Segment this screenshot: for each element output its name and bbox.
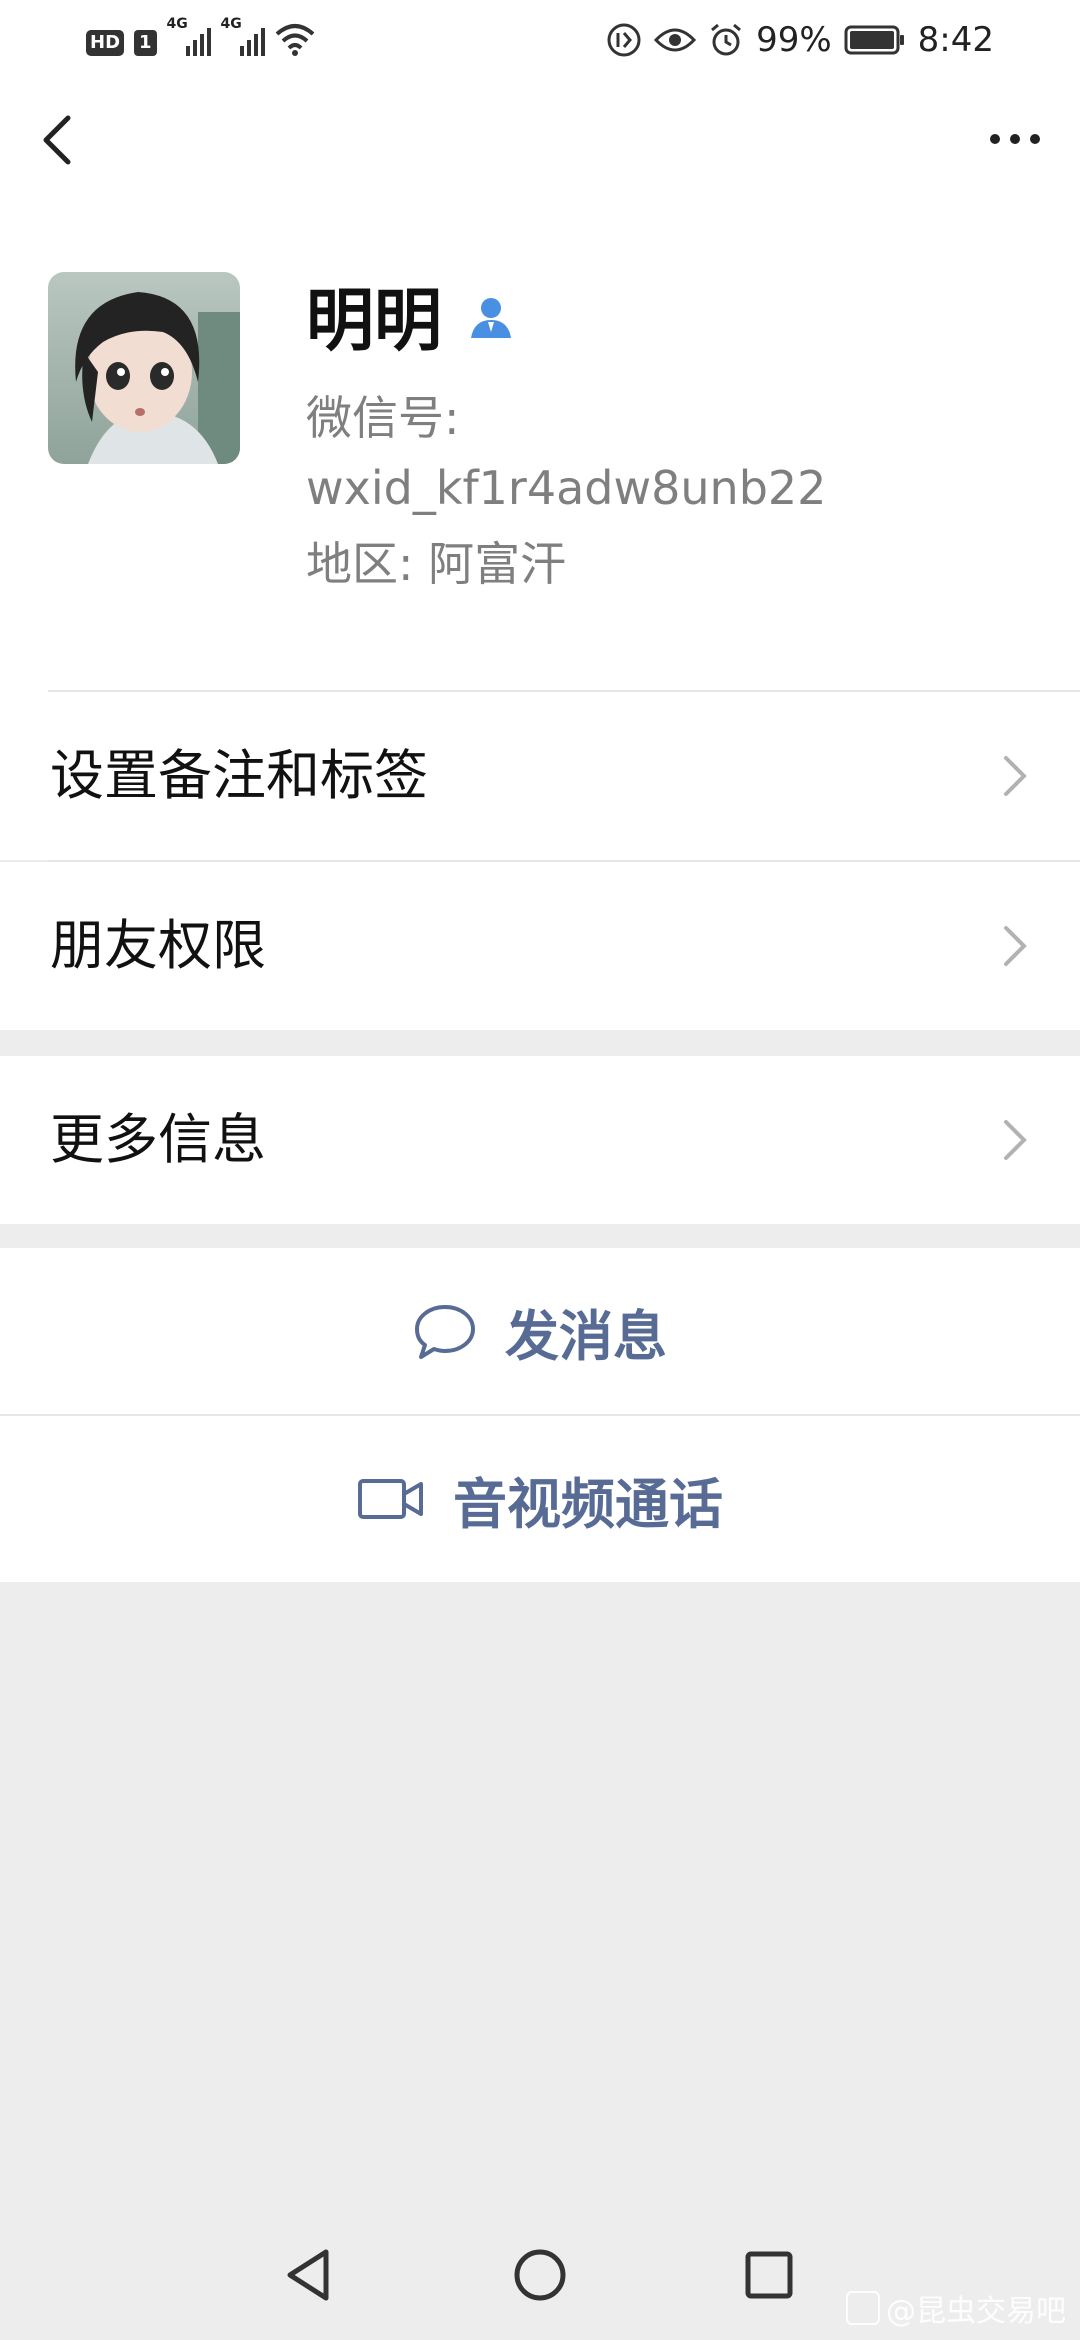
remark-tags-row[interactable]: 设置备注和标签 [0,692,1080,860]
status-bar: HD 1 4G 4G 99% 8:42 [0,0,1080,84]
triangle-back-icon [287,2249,329,2301]
send-message-label: 发消息 [505,1304,667,1368]
system-nav-bar: @昆虫交易吧 [0,2210,1080,2340]
person-badge-icon [471,298,511,338]
watermark: @昆虫交易吧 [846,2286,1066,2330]
status-right: 99% 8:42 [606,20,994,60]
sim-badge: 1 [134,30,157,56]
more-info-row[interactable]: 更多信息 [0,1056,1080,1224]
clock: 8:42 [917,20,994,60]
chevron-right-icon [1004,926,1027,966]
wifi-icon [275,24,314,56]
wechat-id: wxid_kf1r4adw8unb22 [306,461,827,515]
watermark-logo-icon [846,2291,880,2325]
watermark-text: @昆虫交易吧 [886,2294,1066,2329]
avatar-image [48,272,240,464]
battery-percent: 99% [756,20,832,60]
chat-bubble-icon [415,1305,475,1359]
nav-back-button[interactable] [274,2240,344,2310]
video-camera-icon [358,1479,423,1519]
video-call-button[interactable]: 音视频通话 [0,1416,1080,1582]
avatar[interactable] [48,272,240,464]
alarm-icon [711,23,742,56]
signal-icon: 4G [221,16,265,56]
more-dots-icon [990,134,1000,144]
wechat-id-label: 微信号: [306,391,460,445]
square-recents-icon [745,2251,793,2299]
chevron-left-icon [43,115,71,165]
friend-permissions-row[interactable]: 朋友权限 [0,862,1080,1030]
back-button[interactable] [30,110,90,170]
data-saver-icon [607,23,641,57]
chevron-right-icon [1004,1120,1027,1160]
nav-home-button[interactable] [505,2240,575,2310]
friend-permissions-label: 朋友权限 [50,914,266,977]
region: 地区: 阿富汗 [306,537,567,591]
nav-recents-button[interactable] [734,2240,804,2310]
contact-name: 明明 [306,282,443,361]
battery-icon [844,25,904,55]
video-call-label: 音视频通话 [453,1472,723,1536]
more-button[interactable] [980,114,1050,164]
send-message-button[interactable]: 发消息 [0,1248,1080,1414]
status-left: HD 1 4G 4G [86,16,315,56]
remark-tags-label: 设置备注和标签 [50,744,428,807]
signal-icon: 4G [167,16,211,56]
eye-icon [654,28,697,52]
chevron-right-icon [1004,756,1027,796]
profile-card: 明明 微信号: wxid_kf1r4adw8unb22 地区: 阿富汗 [0,220,1080,692]
more-info-label: 更多信息 [50,1108,266,1171]
circle-home-icon [514,2249,566,2301]
top-bar [0,84,1080,220]
hd-badge: HD [86,30,125,56]
